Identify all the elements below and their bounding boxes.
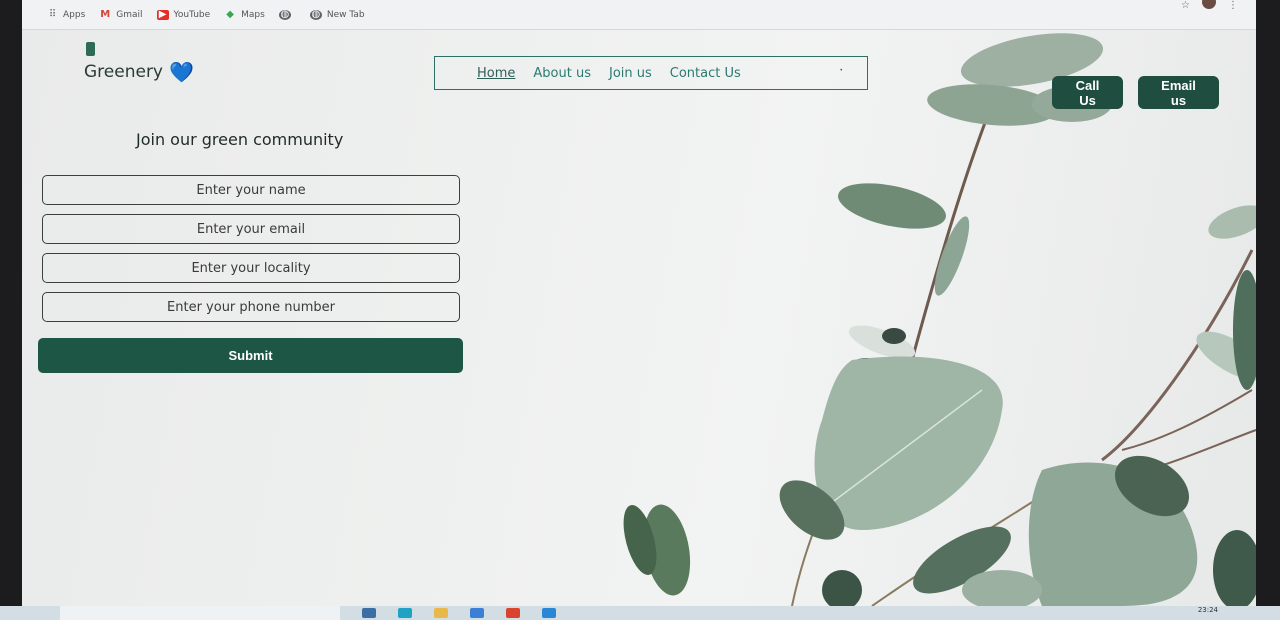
browser-top-right: ☆ ⋮ — [1181, 0, 1238, 11]
vscode-icon[interactable] — [542, 608, 556, 618]
email-us-button[interactable]: Email us — [1138, 76, 1219, 109]
logo-mark-icon — [86, 42, 95, 56]
bookmark-maps[interactable]: ◆ Maps — [224, 8, 265, 20]
taskbar-clock[interactable]: 23:24 — [1198, 606, 1218, 614]
store-icon[interactable] — [470, 608, 484, 618]
phone-input[interactable] — [42, 292, 460, 322]
nav-link-home[interactable]: Home — [477, 66, 515, 81]
bookmark-gmail[interactable]: M Gmail — [99, 8, 143, 20]
bookmarks-bar: ⠿ Apps M Gmail ▶ YouTube ◆ Maps ◍ ◍ New … — [22, 0, 1256, 30]
bookmark-label: New Tab — [326, 9, 365, 20]
submit-button[interactable]: Submit — [38, 338, 463, 373]
bookmark-label: Maps — [241, 9, 265, 20]
screen: ⠿ Apps M Gmail ▶ YouTube ◆ Maps ◍ ◍ New … — [22, 0, 1256, 620]
file-explorer-icon[interactable] — [434, 608, 448, 618]
avatar[interactable] — [1202, 0, 1216, 9]
taskbar-search-box[interactable] — [60, 606, 340, 620]
apps-grid-icon: ⠿ — [48, 8, 56, 20]
email-input[interactable] — [42, 214, 460, 244]
nav-link-about-us[interactable]: About us — [533, 66, 591, 81]
youtube-icon: ▶ — [156, 9, 169, 20]
maps-icon: ◆ — [226, 8, 234, 20]
edge-icon[interactable] — [398, 608, 412, 618]
globe-icon: ◍ — [309, 8, 322, 20]
nav-link-join-us[interactable]: Join us — [609, 66, 652, 81]
chrome-icon[interactable] — [506, 608, 520, 618]
gmail-icon: M — [100, 8, 111, 20]
brand-logo[interactable]: Greenery 💙 — [84, 42, 194, 82]
task-view-icon[interactable] — [362, 608, 376, 618]
bookmark-label: Gmail — [116, 9, 143, 20]
nav-decoration-dot: • — [839, 67, 843, 74]
main-nav: Home About us Join us Contact Us • — [434, 56, 868, 90]
nav-link-contact-us[interactable]: Contact Us — [670, 66, 741, 81]
star-icon[interactable]: ☆ — [1181, 0, 1190, 11]
brand-name: Greenery — [84, 62, 163, 82]
form-title: Join our green community — [136, 130, 344, 149]
globe-icon: ◍ — [278, 8, 291, 20]
bookmark-new-tab[interactable]: ◍ New Tab — [309, 8, 365, 20]
blue-heart-icon: 💙 — [169, 60, 194, 84]
kebab-menu-icon[interactable]: ⋮ — [1228, 0, 1238, 11]
locality-input[interactable] — [42, 253, 460, 283]
bookmark-label: Apps — [63, 9, 86, 20]
call-us-button[interactable]: Call Us — [1052, 76, 1123, 109]
name-input[interactable] — [42, 175, 460, 205]
bookmark-youtube[interactable]: ▶ YouTube — [156, 9, 211, 20]
website: Greenery 💙 Home About us Join us Contact… — [22, 30, 1256, 606]
bookmark-label: YouTube — [173, 9, 211, 20]
bookmark-apps[interactable]: ⠿ Apps — [46, 8, 86, 20]
taskbar: 23:24 — [0, 606, 1280, 620]
bookmark-globe[interactable]: ◍ — [278, 8, 296, 20]
